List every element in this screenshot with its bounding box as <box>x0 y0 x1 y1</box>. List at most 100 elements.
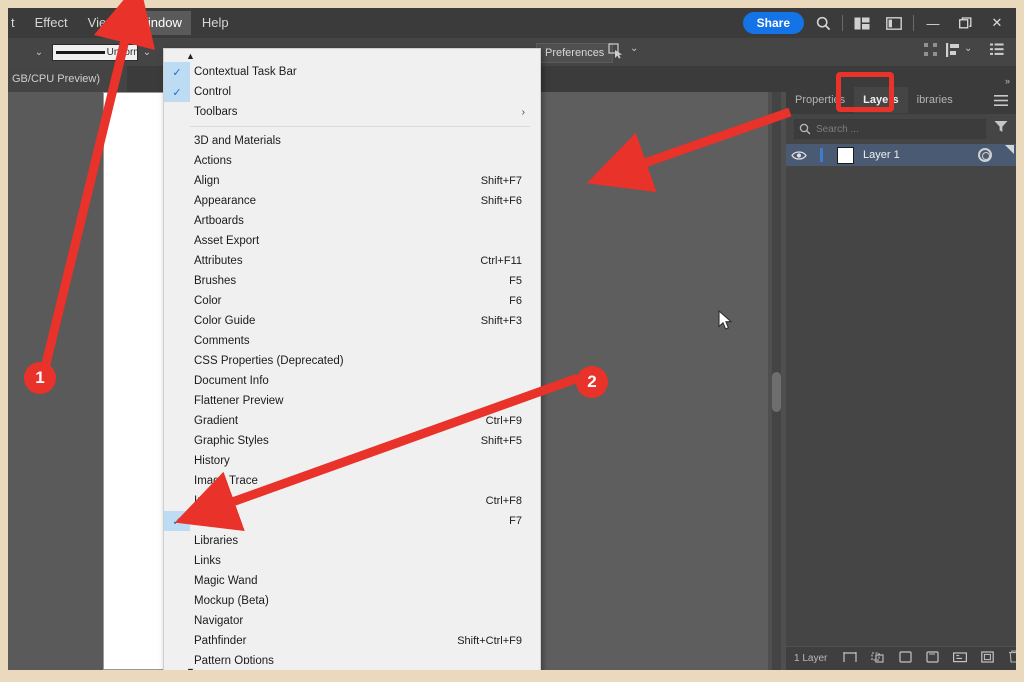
menu-item-control[interactable]: ✓ Control <box>164 82 540 102</box>
menu-scroll-down-icon[interactable]: ▼ <box>164 664 540 670</box>
menu-item-contextual-task-bar[interactable]: ✓ Contextual Task Bar <box>164 62 540 82</box>
check-placeholder <box>164 331 190 351</box>
menu-item-help[interactable]: Help <box>193 11 238 35</box>
panel-expand-icon[interactable]: » <box>1005 76 1010 86</box>
filter-icon[interactable] <box>994 120 1008 138</box>
check-placeholder <box>164 251 190 271</box>
menu-scroll-up-icon[interactable]: ▲ <box>164 49 540 62</box>
menu-item-flattener-preview[interactable]: Flattener Preview <box>164 391 540 411</box>
menu-item-gradient[interactable]: Gradient Ctrl+F9 <box>164 411 540 431</box>
layer-name-label[interactable]: Layer 1 <box>863 149 900 161</box>
check-placeholder <box>164 191 190 211</box>
check-placeholder <box>164 351 190 371</box>
document-tab[interactable]: GB/CPU Preview) ✕ <box>8 66 128 92</box>
search-placeholder: Search ... <box>816 123 859 135</box>
distribute-chevron-icon[interactable]: ⌄ <box>964 43 972 54</box>
menubar-divider <box>842 15 843 31</box>
menu-item-libraries[interactable]: Libraries <box>164 531 540 551</box>
visibility-toggle-icon[interactable] <box>786 150 812 161</box>
check-icon: ✓ <box>164 62 190 82</box>
stroke-weight-chevron-icon[interactable]: ⌄ <box>30 47 48 58</box>
menu-item-attributes[interactable]: Attributes Ctrl+F11 <box>164 251 540 271</box>
layer-list-body[interactable] <box>786 166 1016 566</box>
menu-bar: t Effect View Window Help Share — ✕ <box>8 8 1016 38</box>
menu-item-3d-and-materials[interactable]: 3D and Materials <box>164 131 540 151</box>
options-list-icon[interactable] <box>990 43 1004 61</box>
select-similar-chevron-icon[interactable]: ⌄ <box>630 43 638 54</box>
menu-item-image-trace[interactable]: Image Trace <box>164 471 540 491</box>
menu-item-label: Libraries <box>194 535 239 547</box>
menu-item-brushes[interactable]: Brushes F5 <box>164 271 540 291</box>
menu-item-actions[interactable]: Actions <box>164 151 540 171</box>
menu-item-label: Comments <box>194 335 250 347</box>
menu-item-label: Document Info <box>194 375 269 387</box>
menu-item-shortcut: F7 <box>509 515 522 527</box>
stroke-profile-chevron-icon[interactable]: ⌄ <box>138 47 156 58</box>
menu-item-label: Attributes <box>194 255 243 267</box>
minimize-icon[interactable]: — <box>920 12 946 34</box>
menu-item-label: Appearance <box>194 195 257 207</box>
submenu-chevron-icon: › <box>521 106 525 118</box>
menu-item-label: 3D and Materials <box>194 135 281 147</box>
delete-layer-icon[interactable] <box>1008 649 1016 668</box>
target-indicator-icon[interactable] <box>978 148 992 162</box>
artboard[interactable] <box>103 92 169 670</box>
menu-item-effect[interactable]: Effect <box>26 11 77 35</box>
collect-in-new-layer-icon[interactable] <box>953 650 968 668</box>
menu-item-layers[interactable]: ✓ Layers F7 <box>164 511 540 531</box>
search-icon[interactable] <box>810 12 836 34</box>
distribute-spacing-icon[interactable] <box>946 43 962 62</box>
create-new-sublayer-icon[interactable] <box>899 650 912 668</box>
menu-item-align[interactable]: Align Shift+F7 <box>164 171 540 191</box>
menu-item-shortcut: Shift+F7 <box>480 175 522 187</box>
menu-item-toolbars[interactable]: Toolbars › <box>164 102 540 122</box>
menu-item-t[interactable]: t <box>8 11 24 35</box>
menu-item-navigator[interactable]: Navigator <box>164 611 540 631</box>
menu-item-label: Toolbars <box>194 106 238 118</box>
workspace-switcher-icon[interactable] <box>881 12 907 34</box>
menu-item-mockup-beta[interactable]: Mockup (Beta) <box>164 591 540 611</box>
share-button[interactable]: Share <box>742 12 804 34</box>
menu-item-magic-wand[interactable]: Magic Wand <box>164 571 540 591</box>
close-icon[interactable]: ✕ <box>984 12 1010 34</box>
menu-item-pathfinder[interactable]: Pathfinder Shift+Ctrl+F9 <box>164 631 540 651</box>
menu-item-comments[interactable]: Comments <box>164 331 540 351</box>
menu-item-history[interactable]: History <box>164 451 540 471</box>
stroke-profile-selector[interactable]: Uniform <box>52 43 138 61</box>
locate-object-icon[interactable] <box>843 650 857 668</box>
search-input[interactable]: Search ... <box>794 119 986 139</box>
menu-item-label: Navigator <box>194 615 244 627</box>
check-placeholder <box>164 311 190 331</box>
menu-item-color[interactable]: Color F6 <box>164 291 540 311</box>
make-clipping-mask-icon[interactable] <box>871 650 885 668</box>
menu-item-css-properties-deprecated[interactable]: CSS Properties (Deprecated) <box>164 351 540 371</box>
menu-item-info[interactable]: Info Ctrl+F8 <box>164 491 540 511</box>
menu-item-color-guide[interactable]: Color Guide Shift+F3 <box>164 311 540 331</box>
arrange-documents-icon[interactable] <box>849 12 875 34</box>
menu-item-graphic-styles[interactable]: Graphic Styles Shift+F5 <box>164 431 540 451</box>
layer-thumbnail[interactable] <box>837 146 854 164</box>
menu-item-label: Asset Export <box>194 235 260 247</box>
align-grid-icon[interactable] <box>924 43 938 62</box>
panel-menu-icon[interactable] <box>994 93 1008 111</box>
menu-item-window[interactable]: Window <box>126 11 191 35</box>
menu-item-links[interactable]: Links <box>164 551 540 571</box>
menu-item-document-info[interactable]: Document Info <box>164 371 540 391</box>
select-similar-objects-icon[interactable] <box>608 43 626 64</box>
restore-icon[interactable] <box>952 12 978 34</box>
scrollbar-thumb[interactable] <box>772 372 781 412</box>
menu-item-appearance[interactable]: Appearance Shift+F6 <box>164 191 540 211</box>
menu-item-asset-export[interactable]: Asset Export <box>164 231 540 251</box>
release-to-layers-icon[interactable] <box>981 650 995 668</box>
window-dropdown-menu[interactable]: ▲ ✓ Contextual Task Bar ✓ Control Toolbars › 3… <box>163 48 541 670</box>
document-tab-close-icon[interactable]: ✕ <box>110 73 119 86</box>
create-new-layer-icon[interactable] <box>926 650 939 668</box>
menu-item-artboards[interactable]: Artboards <box>164 211 540 231</box>
canvas-vertical-scrollbar[interactable] <box>768 92 786 670</box>
tab-libraries[interactable]: ibraries <box>908 87 962 113</box>
menu-item-view[interactable]: View <box>79 11 125 35</box>
preferences-button[interactable]: Preferences <box>536 43 614 63</box>
check-icon: ✓ <box>164 82 190 102</box>
table-row[interactable]: Layer 1 <box>786 144 1016 166</box>
menu-separator <box>190 126 530 127</box>
